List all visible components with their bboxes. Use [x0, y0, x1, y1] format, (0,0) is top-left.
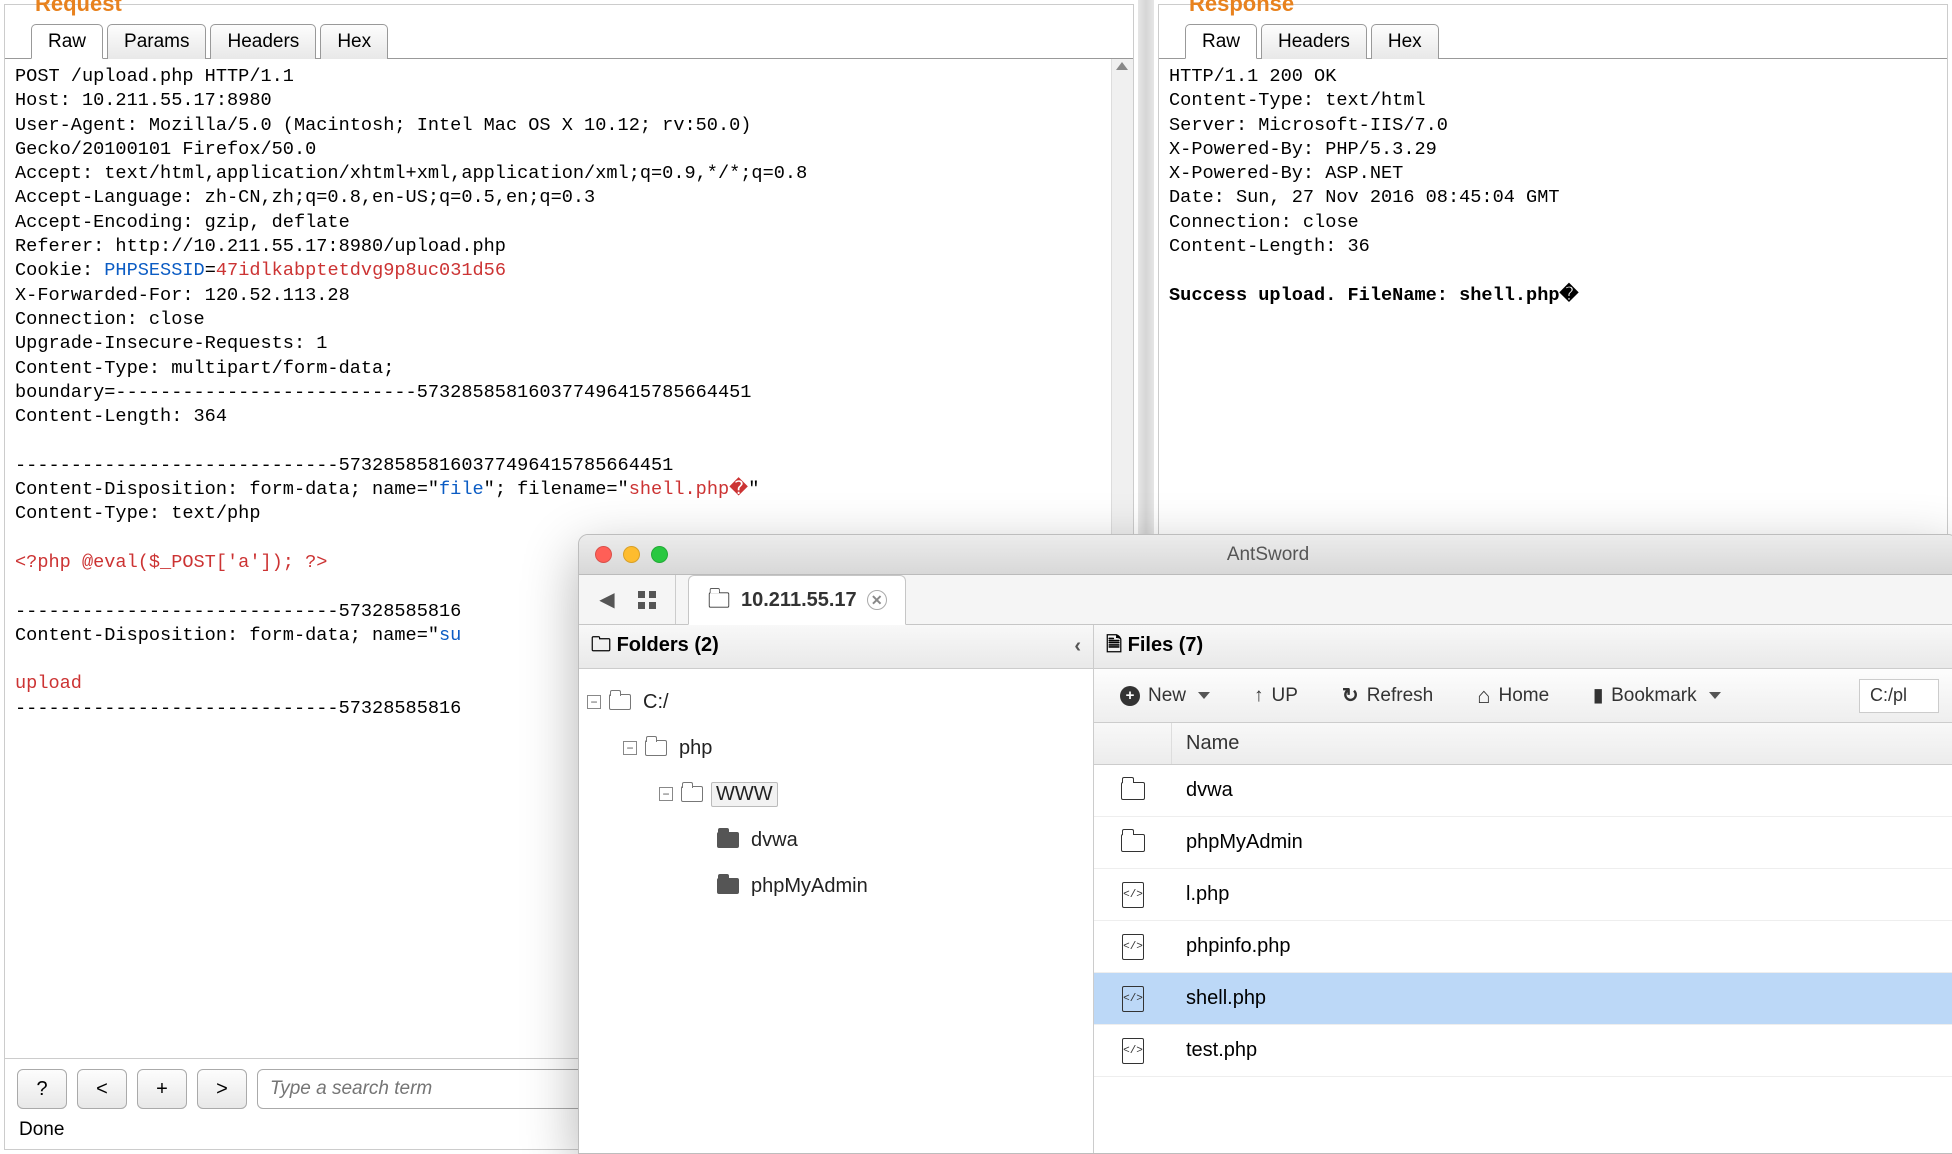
scroll-up-icon	[1116, 62, 1128, 70]
collapse-folders-icon[interactable]: ‹	[1074, 635, 1081, 658]
path-input[interactable]: C:/pl	[1859, 679, 1939, 713]
folder-icon	[645, 740, 667, 756]
tab-params[interactable]: Params	[107, 24, 206, 59]
window-minimize-icon[interactable]	[623, 546, 640, 563]
help-button[interactable]: ?	[17, 1069, 67, 1109]
arrow-up-icon	[1254, 685, 1264, 707]
resp-tab-raw[interactable]: Raw	[1185, 24, 1257, 59]
file-name: shell.php	[1172, 987, 1952, 1010]
refresh-icon	[1342, 683, 1359, 708]
file-row[interactable]: </> phpinfo.php	[1094, 921, 1952, 973]
file-name: phpMyAdmin	[1172, 831, 1952, 854]
file-list: dvwa phpMyAdmin </> l.php </> phpinfo.php </> s…	[1094, 765, 1952, 1077]
home-button[interactable]: Home	[1469, 679, 1557, 713]
folder-icon	[1121, 782, 1145, 800]
code-file-icon: </>	[1122, 986, 1144, 1012]
tree-node[interactable]: dvwa	[695, 817, 1085, 863]
folders-pane: 🗀 Folders (2) ‹ − C:/ − php − WWW dvwa phpMyAdm…	[579, 625, 1094, 1153]
plus-circle-icon: +	[1120, 686, 1140, 706]
col-name-header[interactable]: Name	[1172, 723, 1952, 764]
code-file-icon: </>	[1122, 1038, 1144, 1064]
window-close-icon[interactable]	[595, 546, 612, 563]
file-row[interactable]: phpMyAdmin	[1094, 817, 1952, 869]
code-file-icon: </>	[1122, 934, 1144, 960]
tree-node-label: php	[675, 737, 716, 760]
window-title: AntSword	[579, 544, 1952, 566]
bookmark-icon	[1593, 685, 1603, 706]
collapse-node-icon[interactable]: −	[659, 787, 673, 801]
files-toolbar: + New UP Refresh Home B	[1094, 669, 1952, 723]
file-name: phpinfo.php	[1172, 935, 1952, 958]
bookmark-button[interactable]: Bookmark	[1585, 681, 1728, 711]
files-column-header: Name	[1094, 723, 1952, 765]
add-button[interactable]: +	[137, 1069, 187, 1109]
folder-icon	[717, 878, 739, 894]
new-button[interactable]: + New	[1112, 681, 1218, 711]
folder-icon	[1121, 834, 1145, 852]
file-icon: 🗎	[1106, 634, 1128, 656]
tree-node-label: dvwa	[747, 829, 802, 852]
folder-icon	[681, 786, 703, 802]
up-button[interactable]: UP	[1246, 681, 1306, 711]
nav-grid-icon[interactable]	[627, 583, 667, 617]
resp-tab-hex[interactable]: Hex	[1371, 24, 1439, 59]
window-maximize-icon[interactable]	[651, 546, 668, 563]
nav-back-button[interactable]: ◀	[587, 583, 627, 617]
tree-node[interactable]: phpMyAdmin	[695, 863, 1085, 909]
window-titlebar[interactable]: AntSword	[579, 535, 1952, 575]
antsword-window: AntSword ◀ 10.211.55.17 ✕ 🗀 Folders (2) …	[578, 534, 1952, 1154]
collapse-node-icon[interactable]: −	[623, 741, 637, 755]
chevron-down-icon	[1709, 692, 1721, 699]
tree-node[interactable]: − WWW	[659, 771, 1085, 817]
next-button[interactable]: >	[197, 1069, 247, 1109]
resp-tab-headers[interactable]: Headers	[1261, 24, 1367, 59]
file-row[interactable]: </> l.php	[1094, 869, 1952, 921]
folder-icon	[717, 832, 739, 848]
files-pane: 🗎 Files (7) + New UP Refresh	[1094, 625, 1952, 1153]
tree-node-label: WWW	[711, 782, 778, 807]
tree-node-label: C:/	[639, 691, 673, 714]
tab-hex[interactable]: Hex	[320, 24, 388, 59]
file-row[interactable]: </> shell.php	[1094, 973, 1952, 1025]
file-row[interactable]: dvwa	[1094, 765, 1952, 817]
tree-node-label: phpMyAdmin	[747, 875, 872, 898]
files-title: Files (7)	[1128, 634, 1204, 656]
chevron-down-icon	[1198, 692, 1210, 699]
folders-title: Folders (2)	[617, 634, 719, 656]
file-name: dvwa	[1172, 779, 1952, 802]
close-tab-icon[interactable]: ✕	[867, 590, 887, 610]
request-title: Request	[5, 0, 1133, 23]
response-tabs: Raw Headers Hex	[1159, 23, 1947, 59]
tab-headers[interactable]: Headers	[210, 24, 316, 59]
ip-tab-label: 10.211.55.17	[741, 589, 857, 612]
tree-node[interactable]: − php	[623, 725, 1085, 771]
folder-icon: 🗀	[591, 634, 617, 656]
file-row[interactable]: </> test.php	[1094, 1025, 1952, 1077]
folder-icon	[709, 592, 729, 607]
tree-node[interactable]: − C:/	[587, 679, 1085, 725]
file-name: test.php	[1172, 1039, 1952, 1062]
collapse-node-icon[interactable]: −	[587, 695, 601, 709]
folder-icon	[609, 694, 631, 710]
response-title: Response	[1159, 0, 1947, 23]
home-icon	[1477, 683, 1490, 709]
prev-button[interactable]: <	[77, 1069, 127, 1109]
tab-raw[interactable]: Raw	[31, 24, 103, 59]
code-file-icon: </>	[1122, 882, 1144, 908]
ip-tab[interactable]: 10.211.55.17 ✕	[688, 575, 906, 625]
request-tabs: Raw Params Headers Hex	[5, 23, 1133, 59]
refresh-button[interactable]: Refresh	[1334, 679, 1441, 712]
folder-tree: − C:/ − php − WWW dvwa phpMyAdmin	[579, 669, 1093, 919]
file-name: l.php	[1172, 883, 1952, 906]
